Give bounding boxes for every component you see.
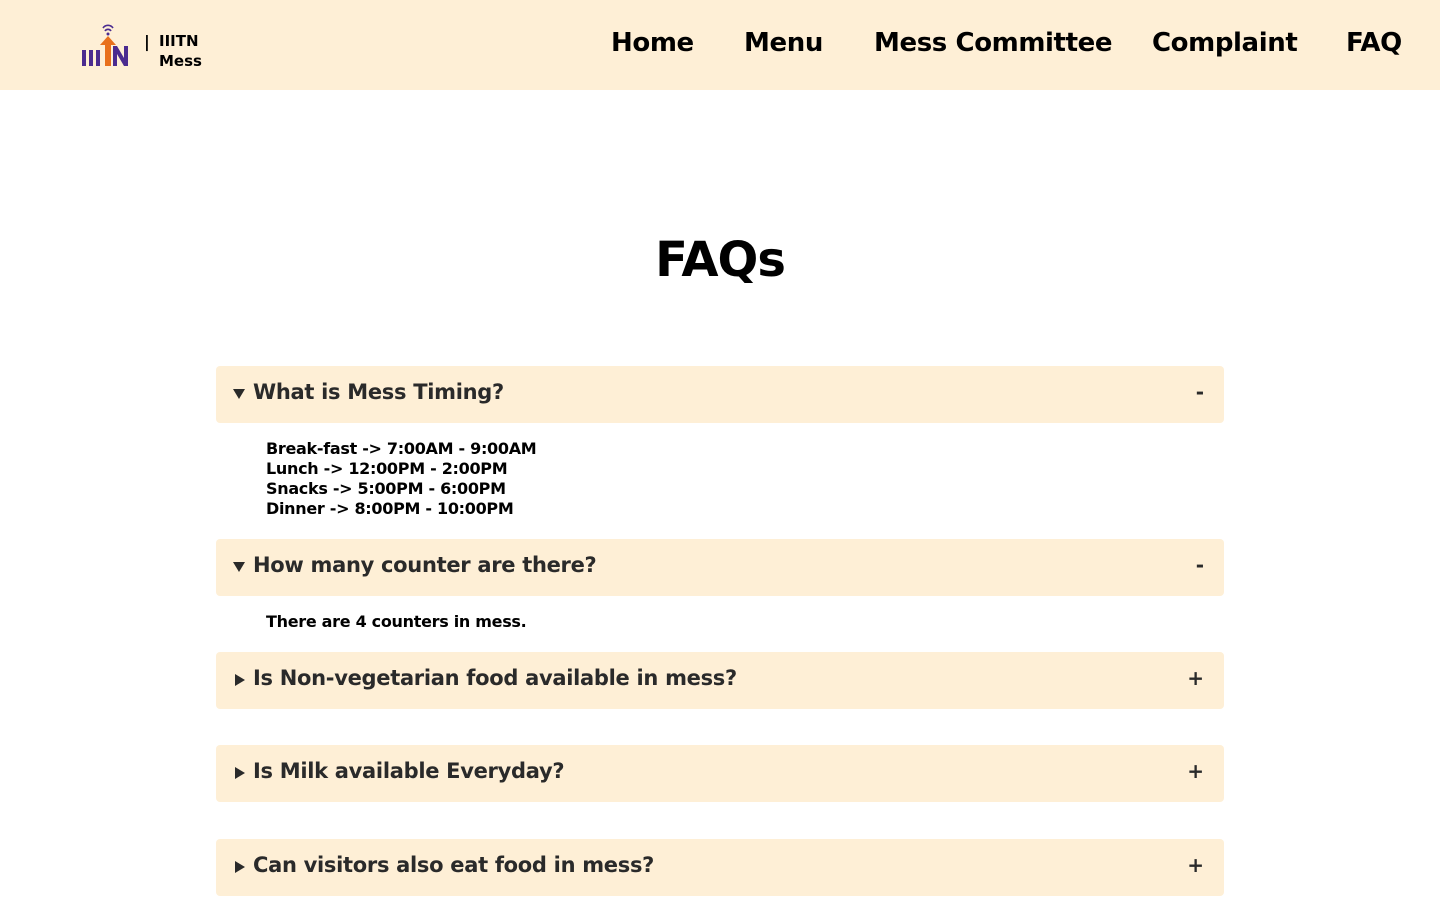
- faq-question: How many counter are there?: [253, 553, 597, 577]
- iiitn-logo-icon[interactable]: [82, 22, 128, 68]
- faq-answer: Break-fast -> 7:00AM - 9:00AM Lunch -> 1…: [266, 439, 537, 519]
- faq-question: What is Mess Timing?: [253, 380, 504, 404]
- caret-down-icon: [233, 389, 245, 399]
- faq-item-counters[interactable]: How many counter are there? -: [216, 539, 1224, 596]
- expand-toggle[interactable]: +: [1187, 853, 1204, 877]
- brand-name-line2: Mess: [159, 52, 202, 70]
- collapse-toggle[interactable]: -: [1196, 380, 1204, 404]
- caret-right-icon: [235, 861, 245, 873]
- faq-item-mess-timing[interactable]: What is Mess Timing? -: [216, 366, 1224, 423]
- expand-toggle[interactable]: +: [1187, 666, 1204, 690]
- nav-home-link[interactable]: Home: [611, 28, 694, 58]
- collapse-toggle[interactable]: -: [1196, 553, 1204, 577]
- caret-down-icon: [233, 562, 245, 572]
- caret-right-icon: [235, 767, 245, 779]
- answer-line: Break-fast -> 7:00AM - 9:00AM: [266, 439, 537, 458]
- faq-question: Is Non-vegetarian food available in mess…: [253, 666, 737, 690]
- brand-name[interactable]: IIITN Mess: [159, 31, 202, 71]
- expand-toggle[interactable]: +: [1187, 759, 1204, 783]
- page-title: FAQs: [655, 232, 786, 288]
- answer-line: Lunch -> 12:00PM - 2:00PM: [266, 459, 508, 478]
- navbar: | IIITN Mess Home Menu Mess Committee Co…: [0, 0, 1440, 90]
- nav-mess-committee-link[interactable]: Mess Committee: [874, 28, 1112, 58]
- answer-line: Dinner -> 8:00PM - 10:00PM: [266, 499, 514, 518]
- nav-faq-link[interactable]: FAQ: [1346, 28, 1402, 58]
- nav-complaint-link[interactable]: Complaint: [1152, 28, 1298, 58]
- faq-question: Is Milk available Everyday?: [253, 759, 565, 783]
- faq-item-milk[interactable]: Is Milk available Everyday? +: [216, 745, 1224, 802]
- caret-right-icon: [235, 674, 245, 686]
- faq-question: Can visitors also eat food in mess?: [253, 853, 655, 877]
- faq-answer: There are 4 counters in mess.: [266, 612, 527, 632]
- nav-menu-link[interactable]: Menu: [744, 28, 823, 58]
- answer-line: There are 4 counters in mess.: [266, 612, 527, 631]
- answer-line: Snacks -> 5:00PM - 6:00PM: [266, 479, 506, 498]
- brand-separator: |: [144, 32, 150, 51]
- brand-name-line1: IIITN: [159, 32, 199, 50]
- faq-item-visitors[interactable]: Can visitors also eat food in mess? +: [216, 839, 1224, 896]
- faq-item-non-veg[interactable]: Is Non-vegetarian food available in mess…: [216, 652, 1224, 709]
